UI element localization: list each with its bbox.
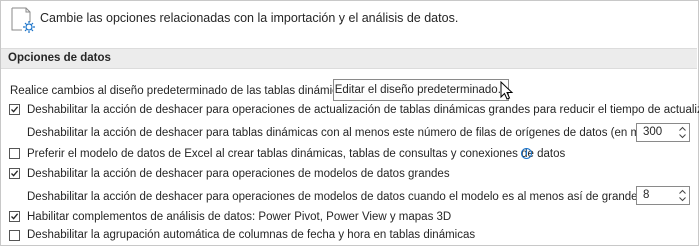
checkbox-prefer-data-model[interactable] <box>9 148 20 159</box>
section-header: Opciones de datos <box>1 48 697 69</box>
info-icon[interactable]: i <box>521 148 532 159</box>
data-options-icon <box>11 7 35 33</box>
spinner-arrows-icon[interactable] <box>678 125 687 140</box>
option-label-disable-undo-pivot-refresh: Deshabilitar la acción de deshacer para … <box>27 104 699 116</box>
checkbox-disable-undo-data-model[interactable] <box>9 168 20 179</box>
checkbox-disable-auto-date-grouping[interactable] <box>9 230 20 241</box>
edit-default-layout-button[interactable]: Editar el diseño predeterminado... <box>333 79 509 101</box>
panel-description: Cambie las opciones relacionadas con la … <box>40 11 459 25</box>
model-size-spinner[interactable]: 8 <box>636 186 690 205</box>
checkbox-enable-data-analysis-addins[interactable] <box>9 211 20 222</box>
default-layout-label: Realice cambios al diseño predeterminado… <box>10 85 354 97</box>
panel-header: Cambie las opciones relacionadas con la … <box>0 0 697 44</box>
pivot-rows-label: Deshabilitar la acción de deshacer para … <box>27 127 678 139</box>
section-title: Opciones de datos <box>8 52 111 64</box>
check-icon <box>11 170 19 177</box>
option-label-disable-undo-data-model: Deshabilitar la acción de deshacer para … <box>27 168 450 180</box>
check-icon <box>11 106 19 113</box>
option-label-disable-auto-date-grouping: Deshabilitar la agrupación automática de… <box>27 229 476 241</box>
option-label-prefer-data-model: Preferir el modelo de datos de Excel al … <box>27 148 566 160</box>
model-size-label: Deshabilitar la acción de deshacer para … <box>27 191 685 203</box>
pivot-rows-value[interactable]: 300 <box>643 126 662 138</box>
model-size-value[interactable]: 8 <box>643 189 649 201</box>
pivot-rows-spinner[interactable]: 300 <box>636 123 690 142</box>
spinner-arrows-icon[interactable] <box>678 188 687 203</box>
option-label-enable-data-analysis-addins: Habilitar complementos de análisis de da… <box>27 211 452 223</box>
check-icon <box>11 213 19 220</box>
checkbox-disable-undo-pivot-refresh[interactable] <box>9 104 20 115</box>
mouse-cursor-icon <box>500 81 514 100</box>
